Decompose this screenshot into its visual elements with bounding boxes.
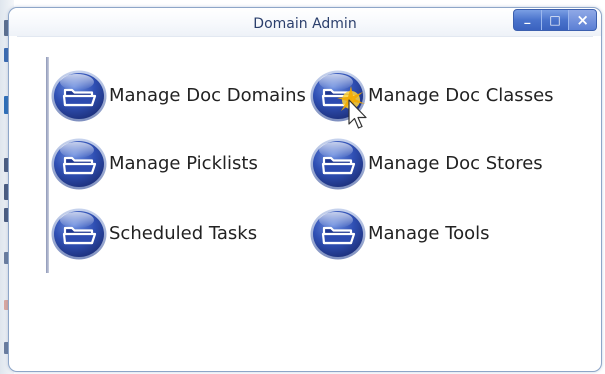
- menu-item-manage-tools[interactable]: Manage Tools: [309, 206, 490, 260]
- maximize-icon: □: [549, 13, 561, 27]
- folder-icon: [50, 206, 108, 260]
- menu-item-manage-picklists[interactable]: Manage Picklists: [50, 136, 258, 190]
- domain-admin-window: Domain Admin _ □ × Manage Doc Domains Ma…: [8, 7, 602, 372]
- folder-icon: [309, 206, 367, 260]
- menu-item-label: Scheduled Tasks: [109, 222, 258, 244]
- window-controls: _ □ ×: [513, 9, 597, 31]
- menu-item-label: Manage Tools: [368, 222, 490, 244]
- maximize-button[interactable]: □: [540, 10, 569, 30]
- folder-icon: [309, 136, 367, 190]
- menu-item-scheduled-tasks[interactable]: Scheduled Tasks: [50, 206, 257, 260]
- menu-item-label: Manage Picklists: [109, 152, 258, 174]
- folder-icon: [50, 136, 108, 190]
- minimize-icon: _: [524, 10, 531, 24]
- minimize-button[interactable]: _: [514, 10, 541, 30]
- mouse-pointer-icon: [337, 86, 377, 140]
- menu-item-label: Manage Doc Stores: [368, 152, 543, 174]
- close-button[interactable]: ×: [568, 10, 596, 30]
- menu-group-border: [46, 57, 49, 273]
- menu-item-manage-doc-domains[interactable]: Manage Doc Domains: [50, 68, 306, 122]
- folder-icon: [50, 68, 108, 122]
- title-divider: [17, 36, 593, 37]
- menu-item-label: Manage Doc Domains: [109, 84, 306, 106]
- title-bar[interactable]: Domain Admin _ □ ×: [9, 8, 601, 36]
- close-icon: ×: [576, 11, 589, 29]
- menu-item-manage-doc-stores[interactable]: Manage Doc Stores: [309, 136, 543, 190]
- menu-item-label: Manage Doc Classes: [368, 84, 554, 106]
